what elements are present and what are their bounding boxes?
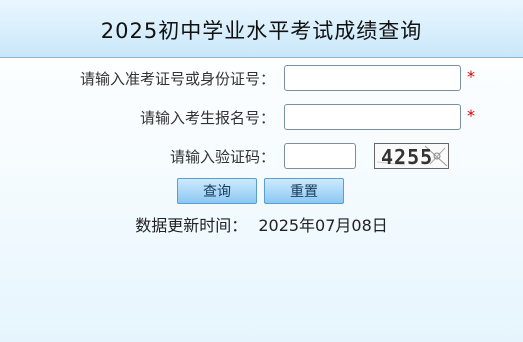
reg-id-input[interactable] [284, 104, 461, 130]
reg-id-label: 请输入考生报名号： [139, 109, 275, 127]
update-time: 数据更新时间： 2025年07月08日 [0, 212, 523, 236]
captcha-label: 请输入验证码： [169, 148, 275, 166]
update-label: 数据更新时间： [135, 216, 248, 235]
captcha-input[interactable] [284, 143, 356, 169]
reset-button[interactable]: 重置 [264, 178, 344, 204]
exam-id-required-mark: * [467, 67, 475, 86]
captcha-image[interactable]: 4255 [374, 143, 449, 169]
exam-id-input[interactable] [284, 65, 461, 91]
reg-id-required-mark: * [467, 106, 475, 125]
exam-id-label: 请输入准考证号或身份证号： [79, 70, 275, 88]
query-panel: 2025初中学业水平考试成绩查询 请输入准考证号或身份证号： * 请输入考生报名… [0, 0, 523, 342]
update-date: 2025年07月08日 [258, 216, 388, 235]
captcha-code: 4255 [381, 145, 434, 169]
query-button[interactable]: 查询 [177, 178, 257, 204]
page-title: 2025初中学业水平考试成绩查询 [100, 19, 423, 43]
header-bar: 2025初中学业水平考试成绩查询 [0, 0, 523, 58]
